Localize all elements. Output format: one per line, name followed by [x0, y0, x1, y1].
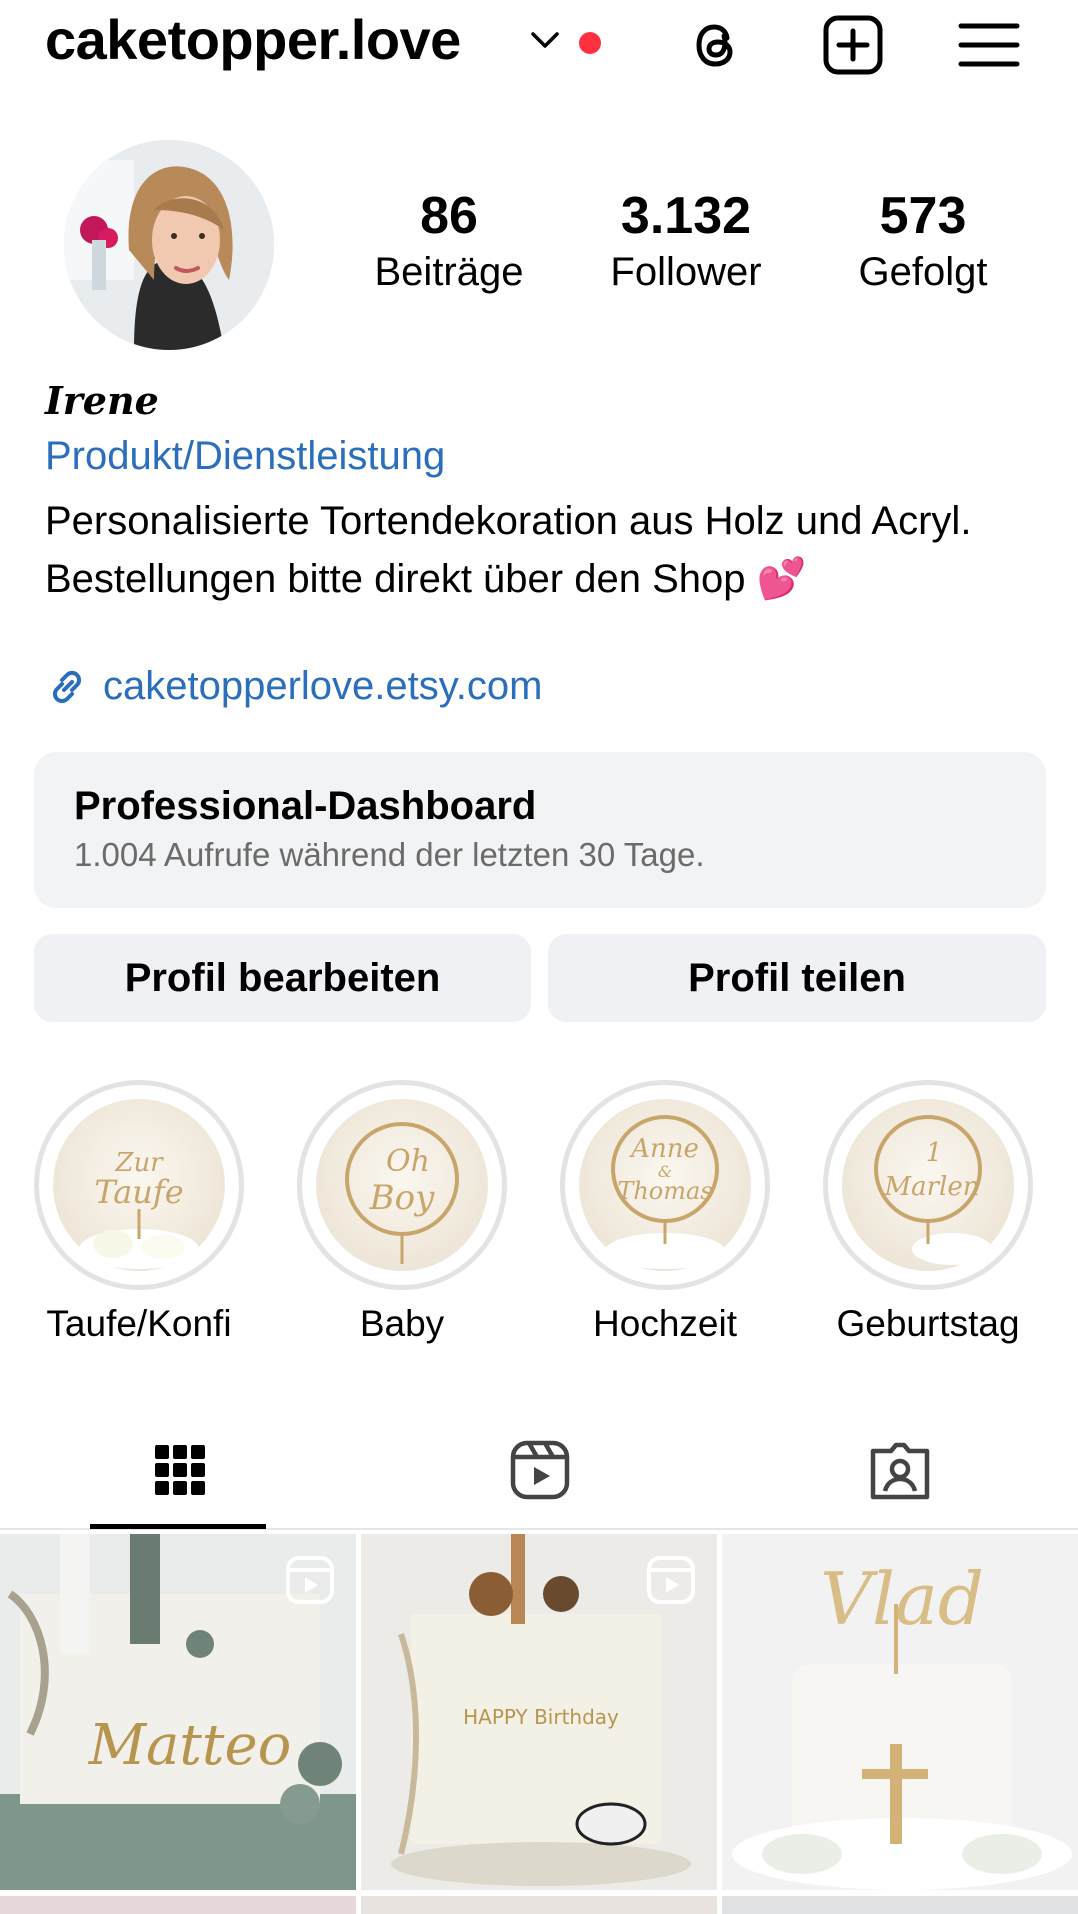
create-post-icon[interactable]: [820, 12, 886, 78]
highlight-cover: Oh Boy: [316, 1099, 488, 1271]
profile-header: caketopper.love: [0, 0, 1078, 90]
stat-following[interactable]: 573 Gefolgt: [828, 186, 1018, 298]
tab-reels[interactable]: [360, 1410, 719, 1530]
tab-tagged[interactable]: [720, 1410, 1078, 1530]
threads-icon[interactable]: [683, 12, 749, 78]
bio-link-text[interactable]: caketopperlove.etsy.com: [103, 664, 542, 709]
highlight-ring: Anne & Thomas: [560, 1080, 770, 1290]
stat-followers[interactable]: 3.132 Follower: [591, 186, 781, 298]
highlight-label: Geburtstag: [836, 1303, 1020, 1344]
highlight-cover: 1 Marlen: [842, 1099, 1014, 1271]
svg-text:Thomas: Thomas: [617, 1177, 712, 1205]
bio-line: Personalisierte Tortendekoration aus Hol…: [45, 499, 972, 543]
followers-label: Follower: [610, 250, 762, 294]
highlight-label: Taufe/Konfi: [46, 1303, 232, 1344]
svg-text:Boy: Boy: [369, 1178, 435, 1218]
post-caption: Matteo: [88, 1713, 292, 1778]
reel-badge-icon: [286, 1556, 334, 1604]
reel-badge-icon: [647, 1556, 695, 1604]
posts-grid: Matteo HAPPY Birthday Vlad: [0, 1534, 1078, 1914]
edit-profile-button[interactable]: Profil bearbeiten: [34, 934, 531, 1022]
post-caption: HAPPY Birthday: [463, 1705, 619, 1729]
menu-icon[interactable]: [956, 12, 1022, 78]
profile-avatar[interactable]: [64, 140, 274, 350]
notification-dot: [579, 32, 601, 54]
highlight-ring: Zur Taufe: [34, 1080, 244, 1290]
chevron-down-icon[interactable]: [528, 26, 562, 54]
following-count: 573: [879, 187, 967, 245]
highlight-ring: 1 Marlen: [823, 1080, 1033, 1290]
post-thumbnail[interactable]: [0, 1896, 356, 1914]
bio-text: Personalisierte Tortendekoration aus Hol…: [45, 492, 1035, 608]
post-thumbnail[interactable]: Vlad: [722, 1534, 1078, 1890]
posts-label: Beiträge: [374, 250, 524, 294]
post-caption: Vlad: [820, 1557, 984, 1641]
link-icon: [52, 670, 82, 703]
svg-text:Taufe: Taufe: [94, 1173, 183, 1211]
dashboard-subtitle: 1.004 Aufrufe während der letzten 30 Tag…: [74, 836, 705, 873]
tab-posts-grid[interactable]: [0, 1410, 359, 1530]
highlight-label: Hochzeit: [593, 1303, 737, 1344]
profile-tabs: [0, 1410, 1078, 1530]
highlight-baby[interactable]: Oh Boy Baby: [297, 1080, 507, 1348]
dashboard-title: Professional-Dashboard: [74, 784, 537, 828]
highlight-geburtstag[interactable]: 1 Marlen Geburtstag: [823, 1080, 1033, 1348]
followers-count: 3.132: [620, 187, 752, 245]
post-thumbnail[interactable]: [722, 1896, 1078, 1914]
svg-text:Oh: Oh: [386, 1144, 430, 1179]
post-thumbnail[interactable]: HAPPY Birthday: [361, 1534, 717, 1890]
professional-dashboard[interactable]: Professional-Dashboard 1.004 Aufrufe wäh…: [34, 752, 1046, 908]
tagged-icon: [870, 1442, 929, 1500]
post-thumbnail[interactable]: [361, 1896, 717, 1914]
display-name: Irene: [45, 378, 159, 423]
highlight-ring: Oh Boy: [297, 1080, 507, 1290]
bio-link[interactable]: caketopperlove.etsy.com: [45, 664, 542, 709]
profile-category: Produkt/Dienstleistung: [45, 434, 446, 478]
highlight-label: Baby: [359, 1303, 445, 1344]
bio-line: Bestellungen bitte direkt über den Shop …: [45, 557, 807, 601]
account-switcher[interactable]: caketopper.love: [45, 4, 461, 76]
svg-text:Anne: Anne: [629, 1134, 699, 1164]
grid-icon: [154, 1445, 205, 1495]
highlight-cover: Zur Taufe: [53, 1099, 225, 1271]
reels-icon: [510, 1440, 569, 1500]
highlight-cover: Anne & Thomas: [579, 1099, 751, 1271]
active-tab-indicator: [90, 1524, 266, 1529]
svg-text:1: 1: [926, 1138, 943, 1168]
posts-count: 86: [420, 187, 478, 245]
svg-text:Marlen: Marlen: [884, 1172, 980, 1202]
following-label: Gefolgt: [858, 250, 988, 294]
share-profile-button[interactable]: Profil teilen: [548, 934, 1046, 1022]
post-thumbnail[interactable]: Matteo: [0, 1534, 356, 1890]
highlight-hochzeit[interactable]: Anne & Thomas Hochzeit: [560, 1080, 770, 1348]
stat-posts[interactable]: 86 Beiträge: [354, 186, 544, 298]
highlight-taufe[interactable]: Zur Taufe Taufe/Konfi: [34, 1080, 244, 1348]
